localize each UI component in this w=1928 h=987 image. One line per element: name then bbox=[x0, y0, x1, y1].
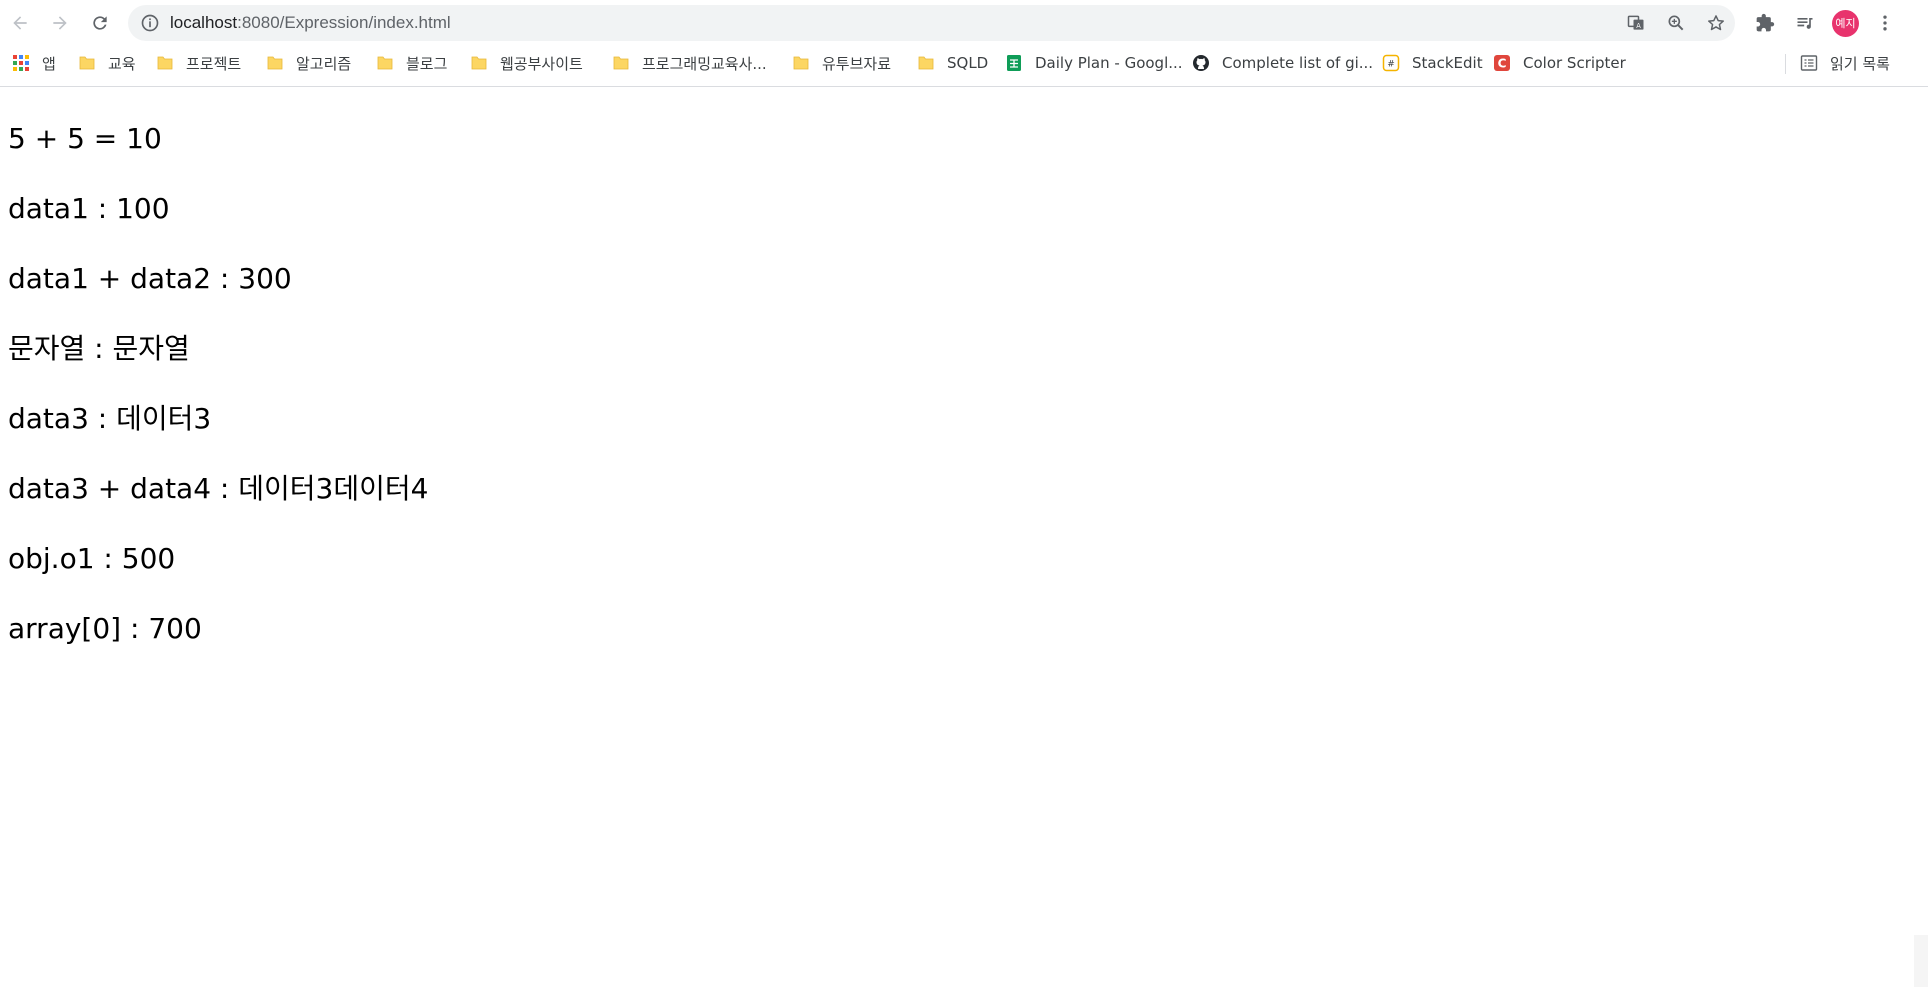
bookmark-folder-sqld[interactable]: SQLD bbox=[917, 46, 988, 80]
bookmark-star-button[interactable] bbox=[1705, 12, 1727, 34]
svg-text:#: # bbox=[1387, 60, 1395, 70]
expression-line: obj.o1 : 500 bbox=[8, 542, 176, 575]
expression-line: data1 + data2 : 300 bbox=[8, 262, 292, 295]
bookmark-label: 교육 bbox=[108, 54, 136, 73]
url-host: localhost bbox=[170, 13, 238, 32]
folder-icon bbox=[266, 54, 284, 72]
expression-line: 문자열 : 문자열 bbox=[8, 332, 190, 365]
bookmark-label: Color Scripter bbox=[1523, 54, 1626, 72]
bookmark-folder-project[interactable]: 프로젝트 bbox=[156, 46, 241, 80]
bookmark-label: 읽기 목록 bbox=[1830, 54, 1890, 73]
back-arrow-icon bbox=[13, 16, 27, 30]
media-control-button[interactable] bbox=[1793, 11, 1817, 35]
profile-avatar[interactable]: 예지 bbox=[1832, 10, 1859, 37]
forward-arrow-icon bbox=[53, 16, 67, 30]
reload-button[interactable] bbox=[86, 9, 114, 37]
zoom-icon bbox=[1668, 15, 1684, 31]
bookmark-label: StackEdit bbox=[1412, 54, 1483, 72]
svg-text:A: A bbox=[1636, 22, 1641, 30]
folder-icon bbox=[156, 54, 174, 72]
kebab-menu-icon bbox=[1883, 15, 1887, 31]
expression-line: data3 + data4 : 데이터3데이터4 bbox=[8, 472, 429, 505]
expression-line: array[0] : 700 bbox=[8, 612, 202, 645]
bookmark-folder-web-study[interactable]: 웹공부사이트 bbox=[470, 46, 583, 80]
zoom-button[interactable] bbox=[1665, 12, 1687, 34]
colorscripter-icon: C bbox=[1493, 54, 1511, 72]
bookmark-label: 블로그 bbox=[406, 54, 448, 73]
playlist-music-icon bbox=[1797, 18, 1813, 29]
url-text[interactable]: localhost:8080/Expression/index.html bbox=[170, 5, 451, 41]
translate-button[interactable]: A bbox=[1625, 12, 1647, 34]
bookmark-folder-algorithm[interactable]: 알고리즘 bbox=[266, 46, 351, 80]
bookmark-label: SQLD bbox=[947, 54, 989, 72]
folder-icon bbox=[917, 54, 935, 72]
puzzle-icon bbox=[1756, 13, 1775, 32]
bookmark-label: 프로젝트 bbox=[186, 54, 242, 73]
page-content: 5 + 5 = 10 data1 : 100 data1 + data2 : 3… bbox=[8, 114, 428, 674]
bookmark-github-list[interactable]: Complete list of gi... bbox=[1192, 46, 1373, 80]
github-icon bbox=[1192, 54, 1210, 72]
folder-icon bbox=[792, 54, 810, 72]
back-button[interactable] bbox=[6, 9, 34, 37]
scrollbar[interactable] bbox=[1914, 935, 1928, 987]
bookmark-label: 앱 bbox=[42, 54, 56, 73]
stackedit-icon: # bbox=[1382, 54, 1400, 72]
extensions-button[interactable] bbox=[1753, 11, 1777, 35]
bookmark-stackedit[interactable]: # StackEdit bbox=[1382, 46, 1483, 80]
svg-text:C: C bbox=[1498, 57, 1507, 71]
bookmark-label: Daily Plan - Googl... bbox=[1035, 54, 1183, 72]
expression-line: data3 : 데이터3 bbox=[8, 402, 212, 435]
reload-icon bbox=[93, 16, 107, 30]
reading-list-button[interactable]: 읽기 목록 bbox=[1800, 46, 1890, 80]
reading-list-icon bbox=[1800, 54, 1818, 72]
folder-icon bbox=[470, 54, 488, 72]
browser-toolbar: localhost:8080/Expression/index.html A 예… bbox=[0, 0, 1928, 46]
bookmark-label: 웹공부사이트 bbox=[500, 54, 583, 73]
expression-line: 5 + 5 = 10 bbox=[8, 122, 162, 155]
bookmark-label: 프로그래밍교육사... bbox=[642, 54, 767, 73]
star-icon bbox=[1708, 15, 1724, 31]
bookmark-color-scripter[interactable]: C Color Scripter bbox=[1493, 46, 1626, 80]
address-bar[interactable]: localhost:8080/Expression/index.html A bbox=[128, 5, 1735, 41]
bookmarks-bar: 앱 교육 프로젝트 알고리즘 블로그 웹공부사이트 프로그래밍교육사... 유투… bbox=[0, 46, 1928, 87]
sheets-icon bbox=[1005, 54, 1023, 72]
bookmark-label: Complete list of gi... bbox=[1222, 54, 1374, 72]
bookmarks-separator bbox=[1785, 54, 1786, 74]
bookmark-folder-education[interactable]: 교육 bbox=[78, 46, 136, 80]
folder-icon bbox=[376, 54, 394, 72]
bookmark-apps[interactable]: 앱 bbox=[12, 46, 56, 80]
folder-icon bbox=[78, 54, 96, 72]
menu-button[interactable] bbox=[1873, 11, 1897, 35]
bookmark-label: 유투브자료 bbox=[822, 54, 892, 73]
expression-line: data1 : 100 bbox=[8, 192, 170, 225]
site-info-icon[interactable] bbox=[140, 13, 160, 33]
bookmark-folder-programming-edu[interactable]: 프로그래밍교육사... bbox=[612, 46, 767, 80]
translate-icon: A bbox=[1627, 15, 1644, 30]
forward-button[interactable] bbox=[46, 9, 74, 37]
bookmark-folder-youtube[interactable]: 유투브자료 bbox=[792, 46, 891, 80]
bookmark-daily-plan[interactable]: Daily Plan - Googl... bbox=[1005, 46, 1183, 80]
bookmark-label: 알고리즘 bbox=[296, 54, 352, 73]
bookmark-folder-blog[interactable]: 블로그 bbox=[376, 46, 447, 80]
url-path: :8080/Expression/index.html bbox=[237, 13, 451, 32]
apps-grid-icon bbox=[12, 54, 30, 72]
folder-icon bbox=[612, 54, 630, 72]
